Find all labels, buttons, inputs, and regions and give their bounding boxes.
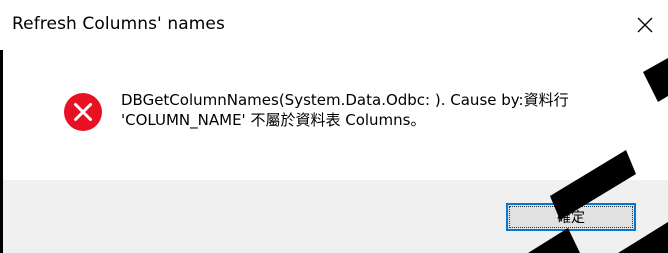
button-bar: 確定 bbox=[0, 180, 668, 253]
error-message-line-2: 'COLUMN_NAME' 不屬於資料表 Columns。 bbox=[121, 111, 426, 129]
message-area: DBGetColumnNames(System.Data.Odbc: ). Ca… bbox=[0, 50, 668, 180]
ok-button[interactable]: 確定 bbox=[506, 203, 636, 231]
error-icon bbox=[63, 92, 103, 132]
window-border bbox=[0, 50, 3, 253]
error-dialog: Refresh Columns' names DBGetColumnNames(… bbox=[0, 0, 668, 253]
dialog-title: Refresh Columns' names bbox=[12, 14, 225, 34]
error-message-line-1: DBGetColumnNames(System.Data.Odbc: ). Ca… bbox=[121, 91, 569, 109]
title-bar[interactable]: Refresh Columns' names bbox=[0, 0, 668, 50]
close-icon bbox=[637, 17, 653, 33]
close-button[interactable] bbox=[622, 0, 668, 50]
error-message: DBGetColumnNames(System.Data.Odbc: ). Ca… bbox=[121, 90, 641, 130]
